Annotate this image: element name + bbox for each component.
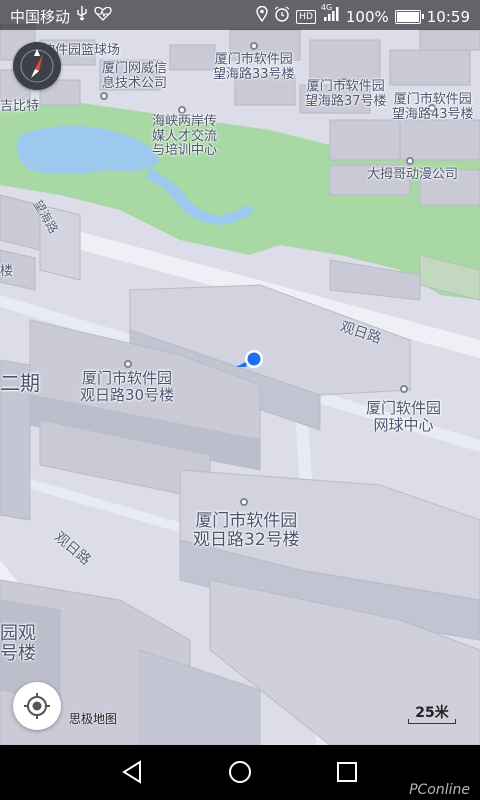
poi-label-damu-comics[interactable]: 大拇哥动漫公司: [367, 167, 458, 183]
user-location-marker: [236, 349, 272, 373]
poi-label-wanghai37[interactable]: 厦门市软件园 望海路37号楼: [305, 79, 387, 109]
navigation-bar: PConline: [0, 745, 480, 800]
compass-button[interactable]: [13, 42, 61, 90]
alarm-clock-icon: [274, 6, 290, 27]
battery-icon: [394, 9, 424, 24]
home-button[interactable]: [223, 755, 257, 789]
location-pin-icon: [256, 5, 268, 27]
clock-time: 10:59: [426, 7, 470, 26]
map-brand-label: 思极地图: [69, 712, 118, 726]
poi-label-phase2[interactable]: 二期: [0, 372, 40, 395]
watermark: PConline: [409, 782, 470, 798]
poi-dot-guanri30[interactable]: [124, 360, 132, 368]
poi-dot-wanghai33[interactable]: [250, 42, 258, 50]
poi-label-guanri32[interactable]: 厦门市软件园 观日路32号楼: [193, 511, 300, 550]
map-scale: 25米: [406, 702, 458, 726]
back-triangle-icon: [122, 760, 141, 784]
status-bar: 中国移动 HD 4G 100% 10:59: [0, 0, 480, 30]
heart-pulse-icon: [94, 6, 112, 26]
poi-label-edge-left-small[interactable]: 楼: [0, 264, 13, 280]
locate-button[interactable]: [13, 682, 61, 730]
poi-label-wangwei[interactable]: 厦门网威信 息技术公司: [102, 61, 167, 91]
poi-label-straits-center[interactable]: 海峡两岸传 媒人才交流 与培训中心: [152, 114, 217, 159]
map-canvas[interactable]: 软件园篮球场 厦门网威信 息技术公司 厦门市软件园 望海路33号楼 厦门市软件园…: [0, 0, 480, 745]
carrier-label: 中国移动: [10, 8, 71, 26]
compass-icon: [20, 49, 54, 83]
back-button[interactable]: [116, 755, 150, 789]
poi-dot-wangwei[interactable]: [100, 92, 108, 100]
poi-label-jibiete[interactable]: 吉比特: [0, 99, 39, 115]
poi-dot-straits-center[interactable]: [178, 106, 186, 114]
poi-dot-damu[interactable]: [406, 157, 414, 165]
poi-label-edge-guanri[interactable]: 园观 号楼: [0, 623, 36, 664]
poi-label-wanghai43[interactable]: 厦门市软件园 望海路43号楼: [392, 92, 474, 122]
home-circle-icon: [229, 761, 251, 783]
poi-dot-tennis[interactable]: [400, 385, 408, 393]
signal-icon: 4G: [321, 3, 340, 27]
poi-dot-guanri32[interactable]: [240, 498, 248, 506]
scale-bar: [408, 719, 456, 724]
battery-percent: 100%: [345, 7, 389, 26]
recents-square-icon: [337, 762, 357, 782]
recents-button[interactable]: [330, 755, 364, 789]
locate-crosshair-icon: [24, 693, 50, 719]
battery-fill: [396, 11, 419, 22]
network-type-label: 4G: [320, 3, 333, 12]
poi-label-guanri30[interactable]: 厦门市软件园 观日路30号楼: [80, 370, 174, 404]
poi-label-tennis-center[interactable]: 厦门软件园 网球中心: [366, 400, 441, 434]
hd-badge: HD: [296, 9, 316, 24]
poi-label-wanghai33[interactable]: 厦门市软件园 望海路33号楼: [213, 52, 295, 82]
usb-icon: [76, 6, 88, 27]
